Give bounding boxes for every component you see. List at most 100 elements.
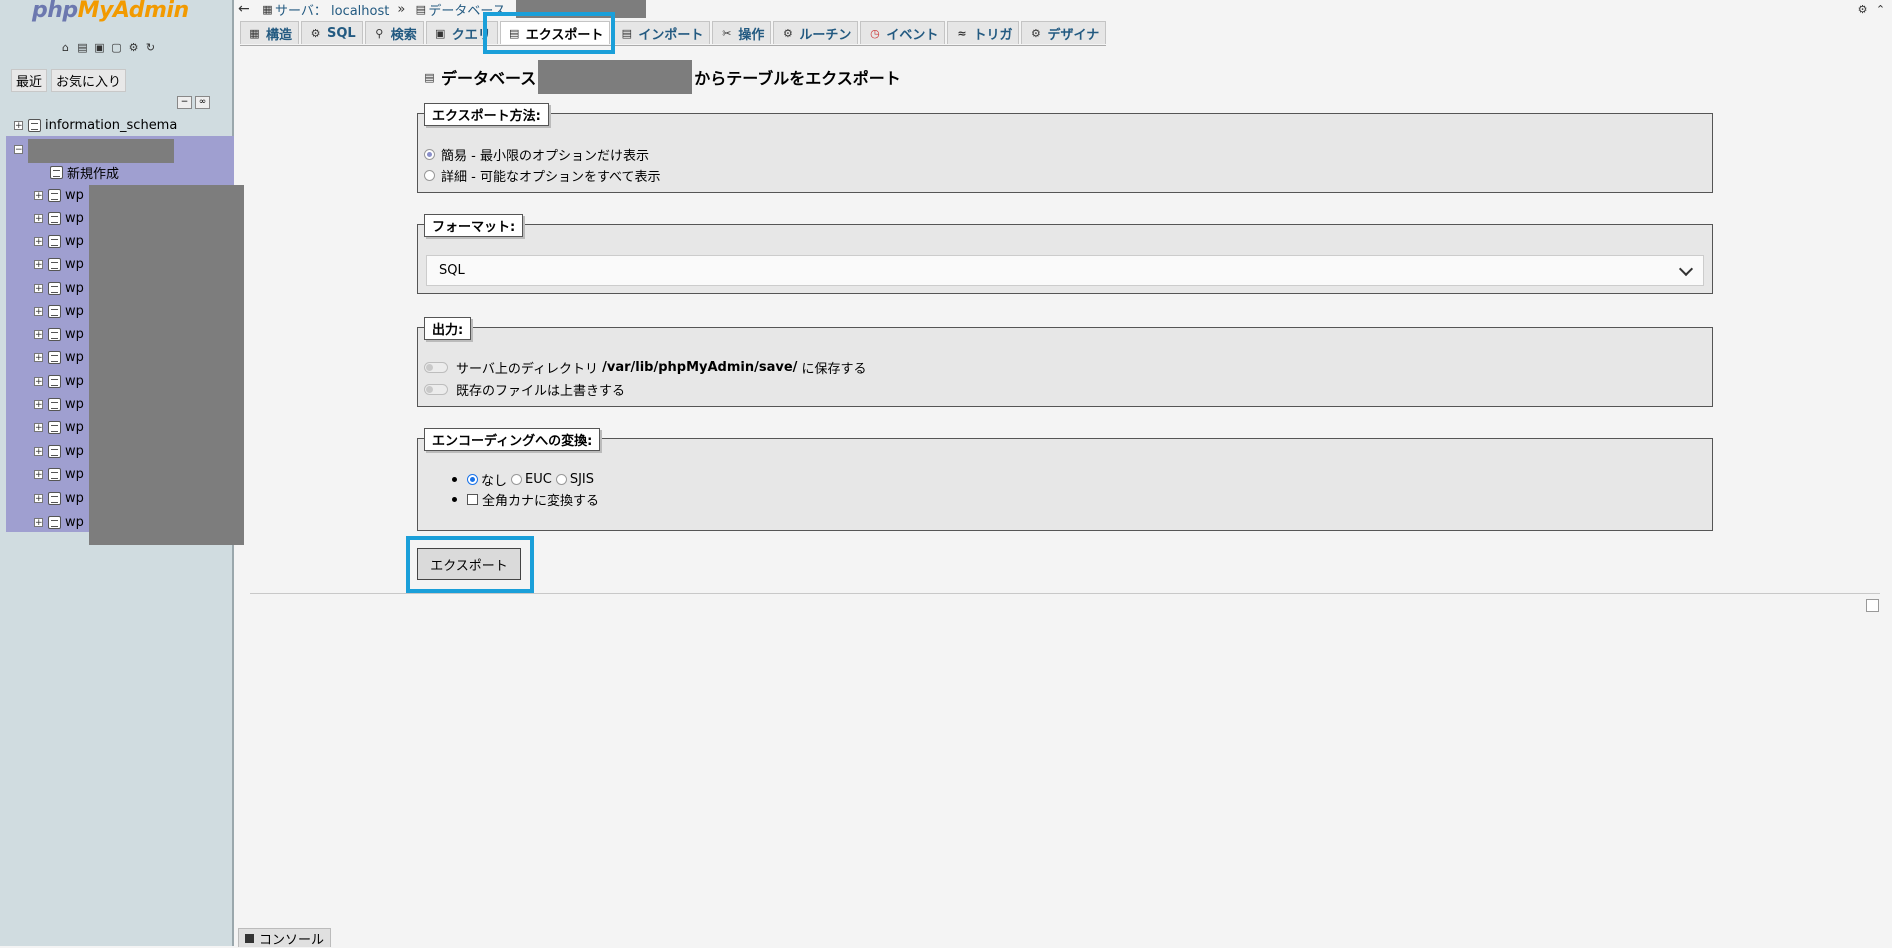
tab-import[interactable]: ▤ インポート (612, 21, 711, 44)
favorites-button[interactable]: お気に入り (51, 69, 127, 92)
tree-item-new[interactable]: 新規作成 (50, 161, 119, 184)
tree-item-table[interactable]: + wp (34, 393, 84, 416)
tab-structure[interactable]: ▦ 構造 (240, 21, 300, 44)
table-name-prefix[interactable]: wp (65, 444, 84, 459)
table-name-prefix[interactable]: wp (65, 188, 84, 203)
tree-item-table[interactable]: + wp (34, 487, 84, 510)
tree-item-label[interactable]: information_schema (45, 118, 177, 133)
tree-item-table[interactable]: + wp (34, 511, 84, 534)
table-name-prefix[interactable]: wp (65, 304, 84, 319)
expand-icon[interactable]: + (34, 284, 43, 294)
expand-icon[interactable]: + (34, 330, 43, 340)
tree-item-table[interactable]: + wp (34, 184, 84, 207)
collapse-icon[interactable]: − (14, 145, 23, 155)
encoding-sjis-label[interactable]: SJIS (570, 472, 594, 487)
table-name-prefix[interactable]: wp (65, 327, 84, 342)
table-name-prefix[interactable]: wp (65, 281, 84, 296)
encoding-none-label[interactable]: なし (481, 470, 507, 489)
breadcrumb-database-link[interactable]: データベース (428, 0, 505, 19)
encoding-euc-radio[interactable] (511, 474, 523, 485)
tree-item-selected-database[interactable]: − (14, 138, 23, 161)
back-arrow-icon[interactable]: ← (238, 1, 254, 17)
format-select[interactable]: SQL (426, 255, 1704, 286)
tab-events[interactable]: ◷ イベント (860, 21, 946, 44)
quick-radio[interactable] (424, 149, 435, 160)
tab-triggers[interactable]: ≈ トリガ (947, 21, 1020, 44)
expand-icon[interactable]: + (34, 494, 43, 504)
table-name-prefix[interactable]: wp (65, 234, 84, 249)
export-method-custom[interactable]: 詳細 - 可能なオプションをすべて表示 (424, 166, 661, 185)
tab-designer[interactable]: ⚙ デザイナ (1021, 21, 1107, 44)
collapse-all-icon[interactable]: − (177, 96, 192, 109)
custom-label[interactable]: 詳細 - 可能なオプションをすべて表示 (441, 166, 661, 185)
expand-icon[interactable]: + (34, 377, 43, 387)
tab-export[interactable]: ▤ エクスポート (499, 21, 611, 44)
table-name-prefix[interactable]: wp (65, 374, 84, 389)
table-name-prefix[interactable]: wp (65, 257, 84, 272)
console-toggle[interactable]: コンソール (238, 928, 332, 948)
tree-item-table[interactable]: + wp (34, 346, 84, 369)
table-name-prefix[interactable]: wp (65, 420, 84, 435)
expand-icon[interactable]: + (34, 237, 43, 247)
kana-checkbox[interactable] (467, 494, 478, 505)
tree-item-table[interactable]: + wp (34, 230, 84, 253)
phpmyadmin-logo[interactable]: phpMyAdmin (32, 0, 189, 23)
home-icon[interactable]: ⌂ (58, 40, 73, 55)
export-button[interactable]: エクスポート (417, 548, 521, 580)
page-settings-icon[interactable] (1866, 599, 1879, 612)
encoding-sjis-radio[interactable] (555, 474, 567, 485)
help-icon[interactable]: ▢ (109, 40, 124, 55)
expand-icon[interactable]: + (34, 447, 43, 457)
tab-query[interactable]: ▣ クエリ (425, 21, 498, 44)
tree-item-table[interactable]: + wp (34, 416, 84, 439)
table-name-prefix[interactable]: wp (65, 467, 84, 482)
expand-icon[interactable]: + (34, 400, 43, 410)
save-on-server-option[interactable]: サーバ上のディレクトリ /var/lib/phpMyAdmin/save/ に保… (424, 358, 867, 377)
tree-item-table[interactable]: + wp (34, 300, 84, 323)
table-name-prefix[interactable]: wp (65, 491, 84, 506)
encoding-euc-label[interactable]: EUC (525, 472, 552, 487)
tree-item-table[interactable]: + wp (34, 277, 84, 300)
expand-icon[interactable]: + (34, 191, 43, 201)
table-name-prefix[interactable]: wp (65, 211, 84, 226)
expand-icon[interactable]: + (34, 470, 43, 480)
expand-icon[interactable]: + (14, 121, 23, 131)
tree-item-table[interactable]: + wp (34, 463, 84, 486)
docs-icon[interactable]: ▣ (92, 40, 107, 55)
expand-icon[interactable]: + (34, 518, 43, 528)
quick-label[interactable]: 簡易 - 最小限のオプションだけ表示 (441, 145, 649, 164)
table-name-prefix[interactable]: wp (65, 515, 84, 530)
settings-icon[interactable]: ⚙ (126, 40, 141, 55)
link-with-main-icon[interactable]: ∞ (195, 96, 210, 109)
reload-icon[interactable]: ↻ (143, 40, 158, 55)
encoding-none-radio[interactable] (467, 474, 478, 485)
expand-icon[interactable]: + (34, 307, 43, 317)
tree-item-table[interactable]: + wp (34, 253, 84, 276)
tab-sql[interactable]: ⚙ SQL (301, 21, 363, 44)
breadcrumb-server-link[interactable]: サーバ： localhost (275, 0, 389, 19)
save-on-server-toggle[interactable] (424, 362, 448, 373)
table-name-prefix[interactable]: wp (65, 350, 84, 365)
expand-icon[interactable]: + (34, 353, 43, 363)
kana-label[interactable]: 全角カナに変換する (482, 490, 599, 509)
expand-icon[interactable]: + (34, 260, 43, 270)
overwrite-option[interactable]: 既存のファイルは上書きする (424, 380, 625, 399)
tab-routines[interactable]: ⚙ ルーチン (773, 21, 859, 44)
tree-item-table[interactable]: + wp (34, 323, 84, 346)
table-name-prefix[interactable]: wp (65, 397, 84, 412)
tree-item-information-schema[interactable]: + information_schema (14, 114, 177, 137)
settings-icon[interactable]: ⚙ (1855, 2, 1870, 17)
tree-item-label[interactable]: 新規作成 (67, 163, 119, 182)
tree-item-table[interactable]: + wp (34, 207, 84, 230)
overwrite-toggle[interactable] (424, 384, 448, 395)
recent-button[interactable]: 最近 (11, 69, 48, 92)
tree-item-table[interactable]: + wp (34, 440, 84, 463)
tree-item-table[interactable]: + wp (34, 370, 84, 393)
collapse-top-icon[interactable]: ⌃ (1873, 2, 1888, 17)
expand-icon[interactable]: + (34, 423, 43, 433)
expand-icon[interactable]: + (34, 214, 43, 224)
tab-search[interactable]: ⚲ 検索 (364, 21, 424, 44)
tab-operations[interactable]: ✂ 操作 (712, 21, 772, 44)
export-method-quick[interactable]: 簡易 - 最小限のオプションだけ表示 (424, 145, 649, 164)
custom-radio[interactable] (424, 170, 435, 181)
